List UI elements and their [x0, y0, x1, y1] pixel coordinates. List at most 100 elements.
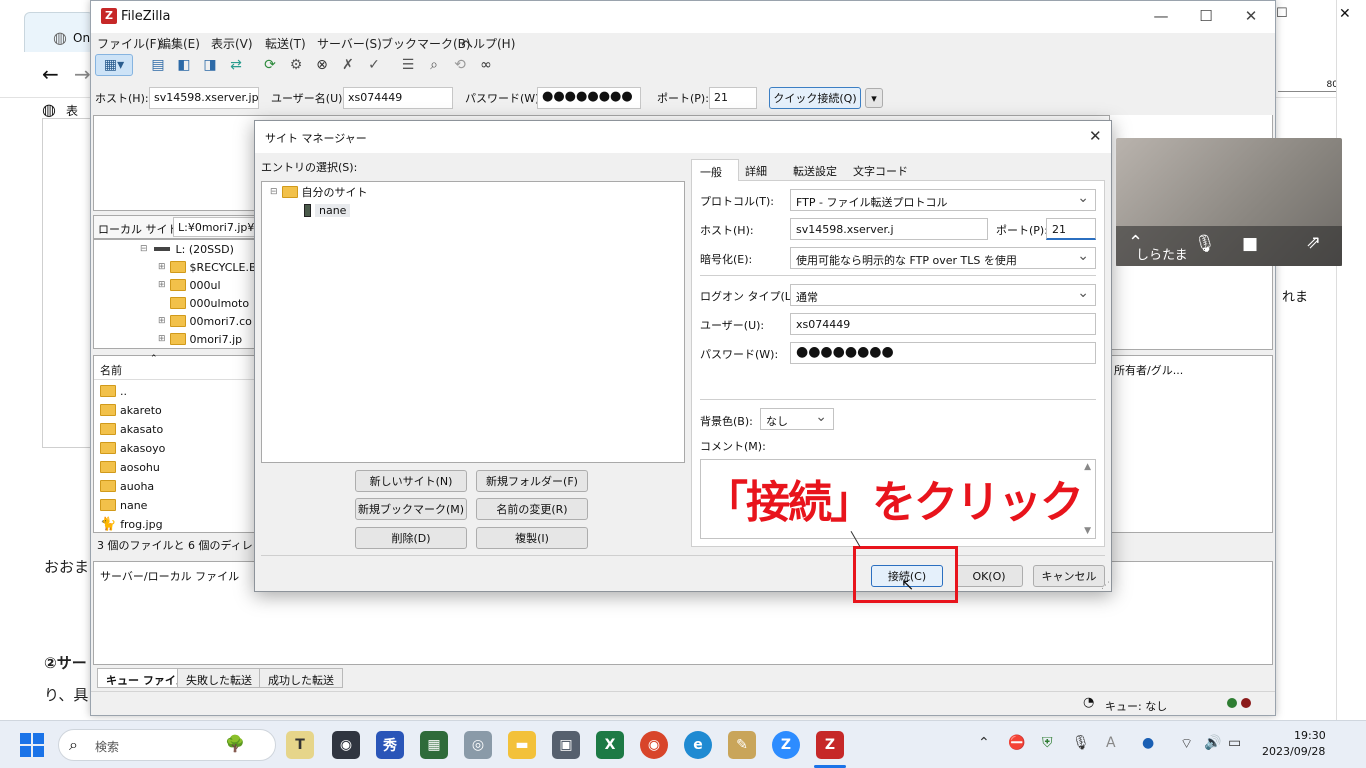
transfer-queue-icon[interactable]: ⇄ [225, 54, 247, 76]
user-input[interactable]: xs074449 [343, 87, 453, 109]
cancel-button[interactable]: キャンセル [1033, 565, 1105, 587]
taskbar-app-icon[interactable]: ▦ [420, 731, 448, 759]
file-row[interactable]: akareto [100, 401, 162, 419]
duplicate-button[interactable]: 複製(I) [476, 527, 588, 549]
menu-bookmark[interactable]: ブックマーク(B) [381, 35, 471, 52]
menu-transfer[interactable]: 転送(T) [265, 35, 306, 52]
taskbar-explorer-icon[interactable]: ▬ [508, 731, 536, 759]
host-input[interactable]: sv14598.xserver.jp [149, 87, 259, 109]
tray-app-icon[interactable]: ● [1142, 735, 1154, 751]
file-row[interactable]: .. [100, 382, 127, 400]
tray-ime-icon[interactable]: A [1106, 735, 1116, 751]
quickconnect-button[interactable]: クイック接続(Q) [769, 87, 861, 109]
tray-app-icon[interactable]: ⛔ [1008, 735, 1025, 751]
message-log-icon[interactable]: ▤ [147, 54, 169, 76]
tab-advanced[interactable]: 詳細 [745, 163, 767, 179]
maximize-icon[interactable]: ☐ [1191, 7, 1221, 25]
clock-time[interactable]: 19:30 [1294, 729, 1326, 742]
file-row[interactable]: aosohu [100, 458, 160, 476]
reconnect-icon[interactable]: ✓ [363, 54, 385, 76]
ok-button[interactable]: OK(O) [955, 565, 1023, 587]
file-row[interactable]: nane [100, 496, 147, 514]
port-input[interactable]: 21 [1046, 218, 1096, 240]
video-call-overlay[interactable]: ⌃ しらたま 🎙 ■ ⇗ [1116, 138, 1342, 266]
tab-transfer-settings[interactable]: 転送設定 [793, 163, 837, 179]
local-tree-icon[interactable]: ◧ [173, 54, 195, 76]
maximize-icon[interactable]: ☐ [1276, 6, 1288, 21]
speaker-icon[interactable]: 🔊 [1204, 735, 1221, 751]
filter-icon[interactable]: ⚙ [285, 54, 307, 76]
tree-item[interactable]: ⊞ 000ulmoto [158, 294, 249, 312]
delete-button[interactable]: 削除(D) [355, 527, 467, 549]
browser-tab[interactable]: ◍ Onl [24, 12, 94, 52]
new-site-button[interactable]: 新しいサイト(N) [355, 470, 467, 492]
tree-item[interactable]: ⊞ 00mori7.co [158, 312, 252, 330]
logon-type-select[interactable]: 通常 [790, 284, 1096, 306]
tab-general[interactable]: 一般 [691, 159, 739, 182]
tree-item[interactable]: ⊞ $RECYCLE.B [158, 258, 257, 276]
windows-start-icon[interactable] [20, 733, 44, 757]
close-icon[interactable]: ✕ [1236, 7, 1266, 25]
camera-icon[interactable]: ■ [1242, 234, 1258, 254]
scroll-down-icon[interactable]: ▼ [1084, 526, 1091, 536]
taskbar-chrome-icon[interactable]: ◉ [640, 731, 668, 759]
wifi-icon[interactable]: ⌔ [1180, 735, 1193, 753]
chevron-down-icon[interactable]: ▾ [865, 88, 883, 108]
taskbar-zoom-icon[interactable]: Z [772, 731, 800, 759]
tree-item-site[interactable]: nane [304, 201, 351, 219]
tree-item[interactable]: ⊞ 000ul [158, 276, 221, 294]
tab-successful-transfers[interactable]: 成功した転送 [259, 668, 343, 688]
back-icon[interactable]: ← [42, 62, 59, 86]
popout-icon[interactable]: ⇗ [1306, 232, 1321, 253]
protocol-select[interactable]: FTP - ファイル転送プロトコル [790, 189, 1096, 211]
menu-edit[interactable]: 編集(E) [159, 35, 200, 52]
taskbar-app-icon[interactable]: 秀 [376, 731, 404, 759]
tray-security-icon[interactable]: ⛨ [1042, 735, 1053, 751]
new-bookmark-button[interactable]: 新規ブックマーク(M) [355, 498, 467, 520]
scroll-up-icon[interactable]: ▲ [1084, 462, 1091, 472]
directory-listing-icon[interactable]: ☰ [397, 54, 419, 76]
tree-item[interactable]: ⊞ 0mori7.jp [158, 330, 242, 348]
remote-tree-icon[interactable]: ◨ [199, 54, 221, 76]
file-row[interactable]: akasoyo [100, 439, 165, 457]
taskbar-excel-icon[interactable]: X [596, 731, 624, 759]
refresh-icon[interactable]: ⟳ [259, 54, 281, 76]
clock-date[interactable]: 2023/09/28 [1262, 745, 1325, 758]
host-input[interactable]: sv14598.xserver.j [790, 218, 988, 240]
tray-microphone-icon[interactable]: 🎙 [1072, 735, 1090, 751]
local-site-path[interactable]: L:¥0mori7.jp¥ [173, 217, 255, 237]
menu-view[interactable]: 表示(V) [211, 35, 253, 52]
encryption-select[interactable]: 使用可能なら明示的な FTP over TLS を使用 [790, 247, 1096, 269]
taskbar-webcam-icon[interactable]: ◎ [464, 731, 492, 759]
binoculars-icon[interactable]: ∞ [475, 54, 497, 76]
taskbar-app-icon[interactable]: ✎ [728, 731, 756, 759]
password-input[interactable]: ●●●●●●●● [537, 87, 641, 109]
minimize-icon[interactable]: — [1146, 7, 1176, 25]
taskbar-edge-icon[interactable]: e [684, 731, 712, 759]
sync-icon[interactable]: ⟲ [449, 54, 471, 76]
close-icon[interactable]: ✕ [1339, 6, 1351, 22]
rename-button[interactable]: 名前の変更(R) [476, 498, 588, 520]
site-manager-icon[interactable]: ▦▾ [95, 54, 133, 76]
forward-icon[interactable]: → [74, 62, 91, 86]
tab-charset[interactable]: 文字コード [853, 163, 908, 179]
tree-item[interactable]: ⊟ L: (20SSD) [140, 240, 234, 258]
tray-chevron-up-icon[interactable]: ⌃ [978, 735, 990, 751]
taskbar-camera-app-icon[interactable]: ◉ [332, 731, 360, 759]
file-row[interactable]: akasato [100, 420, 163, 438]
taskbar-filezilla-icon[interactable]: Z [816, 731, 844, 759]
battery-icon[interactable]: ▭ [1228, 735, 1241, 751]
name-column-header[interactable]: 名前 [100, 362, 122, 378]
bgcolor-select[interactable]: なし [760, 408, 834, 430]
user-input[interactable]: xs074449 [790, 313, 1096, 335]
taskbar-app-icon[interactable]: T [286, 731, 314, 759]
file-row[interactable]: 🐈 frog.jpg [100, 515, 163, 533]
file-row[interactable]: auoha [100, 477, 154, 495]
disconnect-icon[interactable]: ✗ [337, 54, 359, 76]
taskbar-search[interactable]: ⌕ 検索 🌳 [58, 729, 276, 761]
search-icon[interactable]: ⌕ [423, 54, 445, 76]
tree-item-my-sites[interactable]: ⊟ 自分のサイト [270, 183, 368, 201]
microphone-icon[interactable]: 🎙 [1194, 234, 1216, 254]
new-folder-button[interactable]: 新規フォルダー(F) [476, 470, 588, 492]
tab-failed-transfers[interactable]: 失敗した転送 [177, 668, 261, 688]
